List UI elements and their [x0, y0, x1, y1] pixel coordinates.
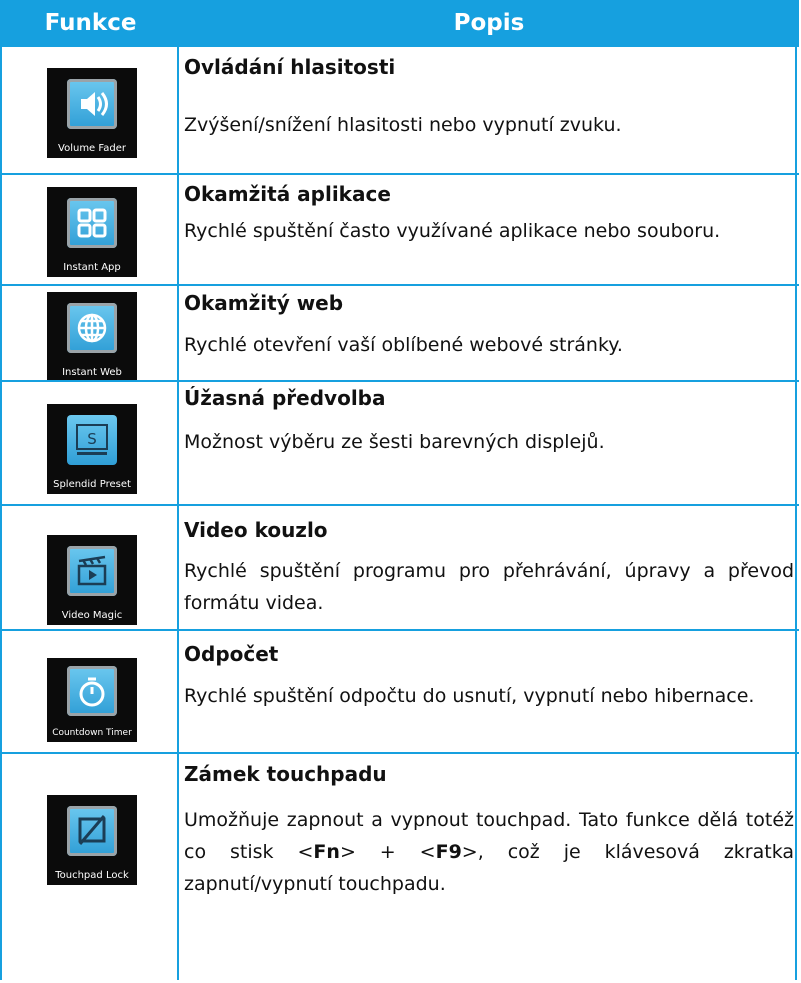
icon-caption: Instant App — [63, 262, 121, 273]
table-row: Instant App Okamžitá aplikace Rychlé spu… — [2, 175, 799, 286]
row-title: Okamžitá aplikace — [184, 182, 391, 206]
table-row: Video Magic Video kouzlo Rychlé spuštění… — [2, 506, 799, 631]
icon-caption: Touchpad Lock — [55, 870, 129, 881]
table-row: Countdown Timer Odpočet Rychlé spuštění … — [2, 631, 799, 754]
svg-text:S: S — [87, 430, 97, 448]
touchpad-lock-icon: Touchpad Lock — [47, 795, 137, 885]
volume-icon: Volume Fader — [47, 68, 137, 158]
icon-caption: Countdown Timer — [52, 728, 132, 738]
stopwatch-icon: Countdown Timer — [47, 658, 137, 742]
row-title: Úžasná předvolba — [184, 386, 386, 410]
row-description: Možnost výběru ze šesti barevných disple… — [184, 431, 605, 453]
row-description: Rychlé spuštění programu pro přehrávání,… — [184, 560, 794, 614]
icon-caption: Splendid Preset — [53, 479, 131, 490]
feature-table: Funkce Popis Volume Fader Ovládání hlasi… — [0, 0, 799, 980]
row-title: Zámek touchpadu — [184, 762, 387, 786]
row-description: Umožňuje zapnout a vypnout touchpad. Tat… — [184, 809, 795, 895]
row-description: Rychlé spuštění často využívané aplikace… — [184, 220, 721, 242]
table-row: S Splendid Preset Úžasná předvolba Možno… — [2, 382, 799, 506]
icon-caption: Volume Fader — [58, 143, 126, 154]
table-row: Volume Fader Ovládání hlasitosti Zvýšení… — [2, 47, 799, 175]
row-title: Ovládání hlasitosti — [184, 55, 396, 79]
row-title: Video kouzlo — [184, 518, 328, 542]
row-title: Okamžitý web — [184, 291, 344, 315]
row-title: Odpočet — [184, 642, 279, 666]
splendid-icon: S Splendid Preset — [47, 404, 137, 494]
header-funkce: Funkce — [44, 10, 137, 36]
table-row: Touchpad Lock Zámek touchpadu Umožňuje z… — [2, 754, 799, 980]
globe-icon: Instant Web — [47, 292, 137, 382]
row-description: Rychlé spuštění odpočtu do usnutí, vypnu… — [184, 685, 755, 707]
row-description: Rychlé otevření vaší oblíbené webové str… — [184, 334, 623, 356]
app-grid-icon: Instant App — [47, 187, 137, 277]
row-description: Zvýšení/snížení hlasitosti nebo vypnutí … — [184, 114, 622, 136]
icon-caption: Instant Web — [62, 367, 122, 378]
table-row: Instant Web Okamžitý web Rychlé otevření… — [2, 286, 799, 382]
icon-caption: Video Magic — [61, 610, 123, 621]
table-header: Funkce Popis — [2, 0, 799, 47]
clapperboard-icon: Video Magic — [47, 535, 137, 625]
header-popis: Popis — [453, 10, 525, 36]
